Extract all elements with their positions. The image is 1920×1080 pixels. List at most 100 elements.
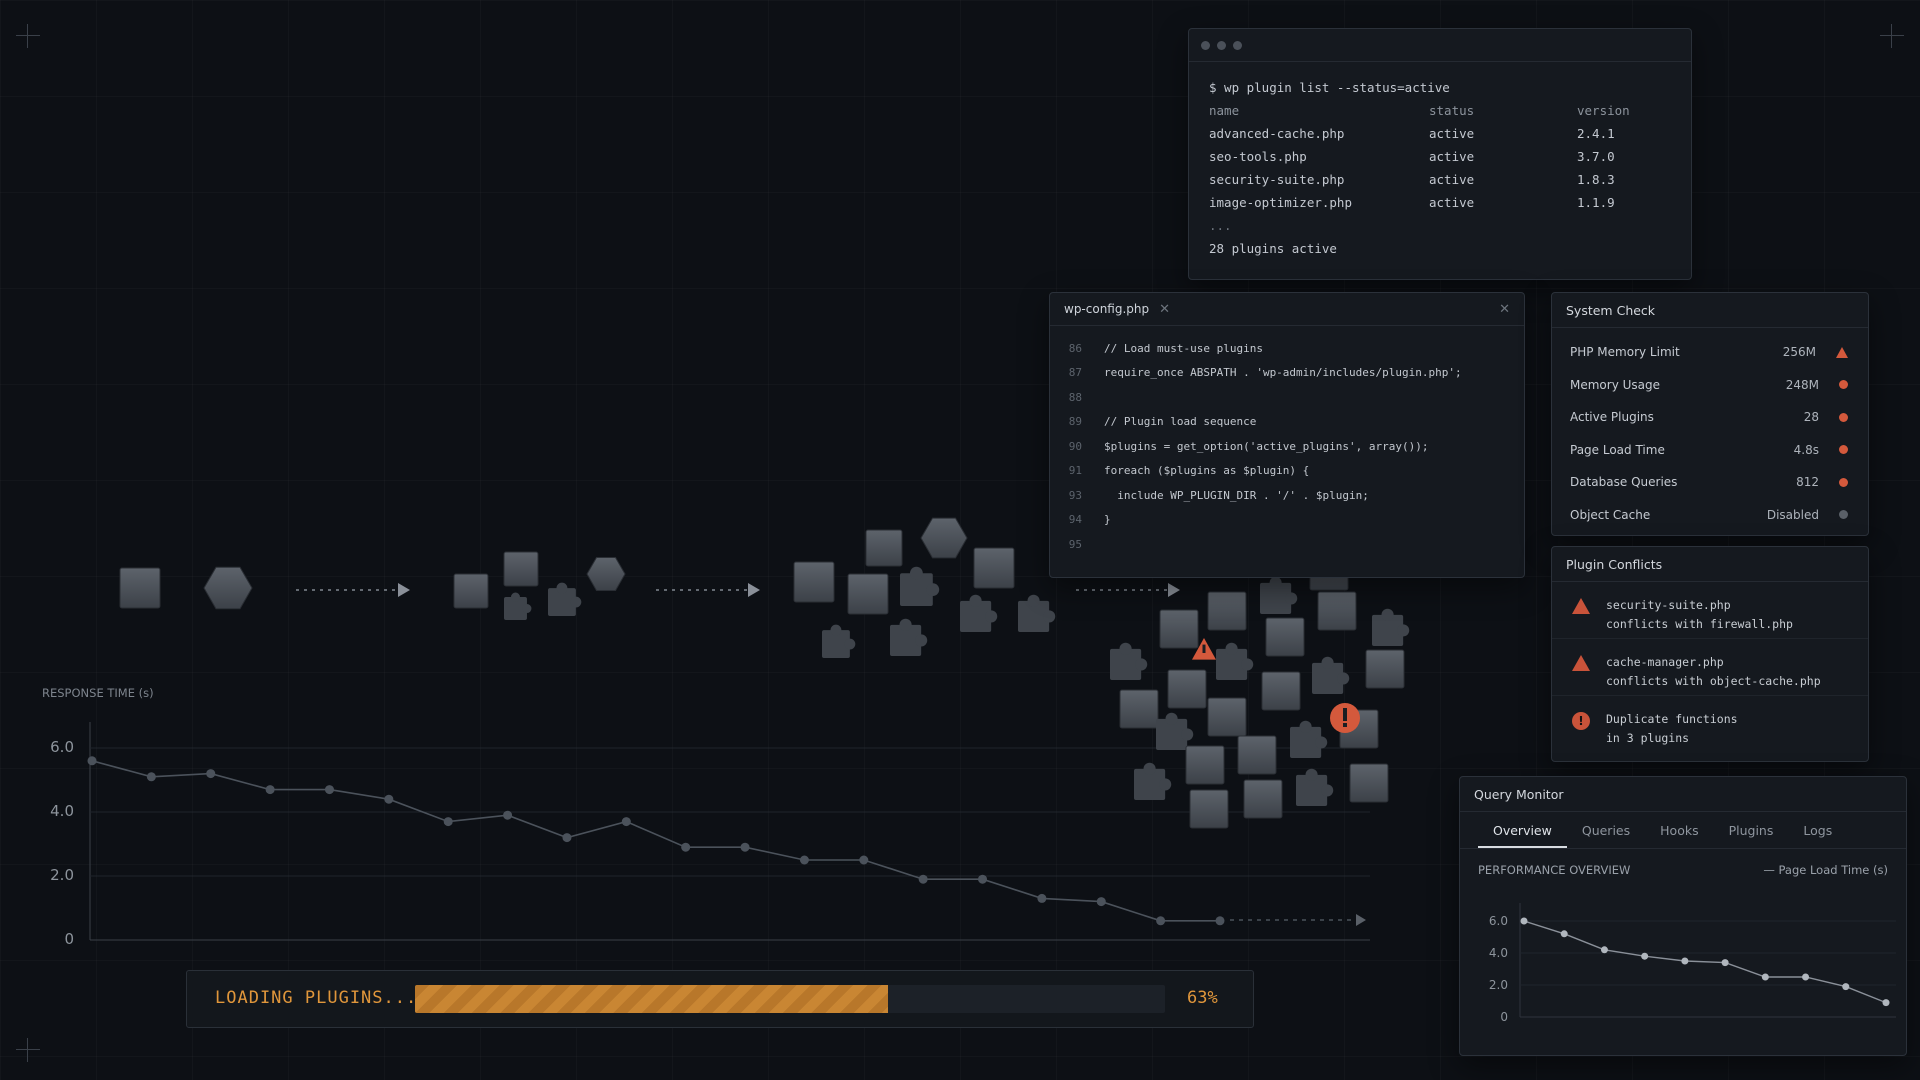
plugin-block — [1243, 779, 1283, 819]
corner-crosshair-tr — [1880, 24, 1904, 48]
tab-plugins[interactable]: Plugins — [1714, 823, 1789, 848]
code-line: 94} — [1050, 508, 1524, 533]
data-point — [1560, 930, 1568, 938]
data-point — [87, 756, 97, 766]
check-value: 256M — [1782, 345, 1816, 360]
system-check-row: PHP Memory Limit 256M — [1552, 336, 1868, 369]
query-monitor-tabs: Overview Queries Hooks Plugins Logs — [1460, 812, 1906, 849]
line-number: 89 — [1068, 415, 1082, 429]
data-point — [1156, 916, 1166, 926]
error-status-dot — [1839, 477, 1848, 487]
line-number: 95 — [1068, 537, 1082, 551]
conflict-item[interactable]: security-suite.php conflicts with firewal… — [1552, 582, 1868, 639]
code-line: 95 — [1050, 532, 1524, 557]
plugin-hexagon — [920, 517, 968, 559]
tab-overview[interactable]: Overview — [1478, 823, 1567, 848]
data-point — [1600, 946, 1608, 954]
puzzle-piece-icon — [890, 618, 928, 656]
data-point — [1842, 983, 1850, 991]
window-close-dot[interactable] — [1201, 40, 1210, 50]
plugin-version: 3.7.0 — [1577, 149, 1615, 164]
code-line: 91 foreach ($plugins as $plugin) { — [1050, 459, 1524, 484]
terminal-window: $ wp plugin list --status=active name st… — [1188, 28, 1692, 280]
plugin-status: active — [1429, 172, 1475, 187]
system-check-panel: System Check PHP Memory Limit 256M Memory … — [1551, 292, 1869, 536]
conflict-item[interactable]: cache-manager.php conflicts with object-c… — [1552, 639, 1868, 696]
flow-arrow-head — [748, 583, 760, 597]
error-status-dot — [1839, 412, 1848, 422]
puzzle-piece-icon — [1018, 594, 1056, 632]
progress-fill — [415, 985, 888, 1013]
corner-crosshair-bl — [16, 1038, 40, 1062]
plugin-name: advanced-cache.php — [1209, 126, 1345, 141]
corner-crosshair-tl — [16, 24, 40, 48]
panel-title: System Check — [1552, 293, 1868, 328]
conflict-detail: in 3 plugins — [1606, 731, 1690, 745]
check-value: Disabled — [1766, 507, 1819, 522]
editor-tab-label: wp-config.php — [1064, 302, 1150, 316]
terminal-header-row: name status version — [1209, 99, 1671, 122]
y-tick-label: 0 — [64, 930, 74, 948]
panel-title: Plugin Conflicts — [1552, 547, 1868, 582]
plugin-hexagon — [586, 557, 626, 591]
conflict-title: cache-manager.php — [1606, 655, 1724, 669]
data-point — [1802, 973, 1810, 981]
check-label: Memory Usage — [1570, 377, 1661, 392]
puzzle-piece-icon — [1134, 762, 1172, 800]
performance-overview-title: PERFORMANCE OVERVIEW — [1478, 863, 1631, 877]
plugin-block — [119, 567, 161, 609]
line-number: 87 — [1068, 366, 1082, 380]
tab-close-icon[interactable]: ✕ — [1159, 302, 1170, 317]
code-text: // Load must-use plugins — [1104, 341, 1263, 355]
tab-hooks[interactable]: Hooks — [1645, 823, 1713, 848]
col-version: version — [1577, 103, 1630, 118]
series-line — [1523, 920, 1887, 1004]
code-line: 88 — [1050, 385, 1524, 410]
conflict-title: Duplicate functions — [1606, 712, 1738, 726]
code-line: 90 $plugins = get_option('active_plugins'… — [1050, 434, 1524, 459]
editor-close-icon[interactable]: ✕ — [1499, 302, 1510, 317]
tab-queries[interactable]: Queries — [1567, 823, 1645, 848]
progress-track — [415, 985, 1165, 1013]
plugin-version: 1.1.9 — [1577, 195, 1615, 210]
puzzle-piece-icon — [1216, 642, 1254, 680]
plugin-block — [1237, 735, 1277, 775]
terminal-summary: 28 plugins active — [1209, 241, 1337, 256]
conflict-detail: conflicts with object-cache.php — [1606, 674, 1821, 688]
code-text: foreach ($plugins as $plugin) { — [1104, 464, 1310, 478]
line-number: 94 — [1068, 513, 1082, 527]
check-value: 28 — [1803, 410, 1819, 425]
window-minimize-dot[interactable] — [1217, 40, 1226, 50]
plugin-block — [1365, 649, 1405, 689]
conflict-item[interactable]: ! Duplicate functions in 3 plugins — [1552, 696, 1868, 752]
code-text: $plugins = get_option('active_plugins', … — [1104, 439, 1429, 453]
data-point — [1520, 917, 1528, 925]
error-status-dot — [1839, 380, 1848, 390]
check-label: Active Plugins — [1570, 410, 1654, 425]
plugin-block — [973, 547, 1015, 589]
puzzle-piece-icon — [1296, 768, 1334, 806]
system-check-row: Page Load Time 4.8s — [1552, 434, 1868, 467]
plugin-block — [1265, 617, 1305, 657]
plugin-block — [1185, 745, 1225, 785]
terminal-row: security-suite.php active 1.8.3 — [1209, 168, 1671, 191]
check-label: Database Queries — [1570, 475, 1678, 490]
editor-tab-wp-config[interactable]: wp-config.php ✕ — [1064, 302, 1170, 317]
y-tick-label: 6.0 — [1489, 914, 1508, 928]
puzzle-piece-icon — [1312, 656, 1350, 694]
plugin-block — [793, 561, 835, 603]
loading-label: LOADING PLUGINS... — [215, 988, 418, 1008]
y-tick-label: 0 — [1500, 1010, 1508, 1024]
system-check-row: Database Queries 812 — [1552, 466, 1868, 499]
plugin-block — [453, 573, 489, 609]
code-area[interactable]: 86 // Load must-use plugins 87 require_once… — [1050, 326, 1524, 557]
query-monitor-panel: Query Monitor Overview Queries Hooks Plugin… — [1459, 776, 1907, 1056]
col-name: name — [1209, 103, 1240, 118]
tab-logs[interactable]: Logs — [1788, 823, 1847, 848]
code-text: require_once ABSPATH . 'wp-admin/include… — [1104, 366, 1462, 380]
data-point — [1721, 959, 1729, 967]
plugin-block — [847, 573, 889, 615]
puzzle-piece-icon — [1372, 608, 1410, 646]
plugin-block — [503, 551, 539, 587]
window-maximize-dot[interactable] — [1233, 40, 1242, 50]
